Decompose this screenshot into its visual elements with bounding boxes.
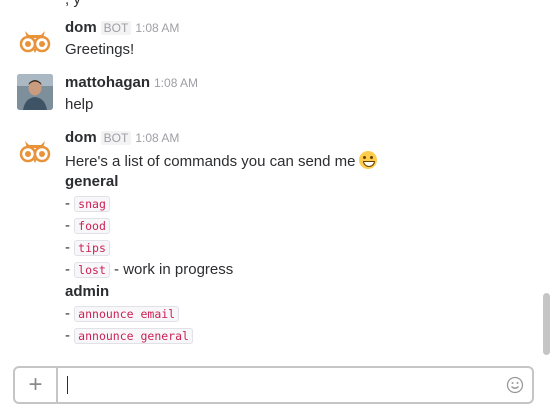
grinning-face-icon	[358, 151, 377, 169]
timestamp[interactable]: 1:08 AM	[154, 76, 198, 90]
message-list[interactable]: , y domBOT1:08 AM Greetings! mattohagan1…	[0, 0, 540, 358]
command-code: snag	[74, 196, 110, 212]
intro-text: Here's a list of commands you can send m…	[65, 153, 356, 170]
message-header: dom BOT 1:08 AM	[65, 129, 179, 146]
author-name[interactable]: mattohagan	[65, 74, 150, 91]
add-attachment-button[interactable]: +	[15, 368, 58, 402]
bot-badge: BOT	[100, 21, 132, 35]
section-title: general	[65, 173, 119, 190]
scrollbar[interactable]	[543, 293, 550, 355]
bot-badge: BOT	[100, 131, 132, 145]
message-header: mattohagan 1:08 AM	[65, 74, 198, 91]
message-text: Here's a list of commands you can send m…	[65, 151, 377, 170]
message-header: dom BOT 1:08 AM	[65, 19, 179, 36]
command-code: announce email	[74, 306, 180, 322]
section-title: admin	[65, 283, 110, 300]
message-input[interactable]	[67, 376, 68, 394]
author-name[interactable]: dom	[65, 19, 97, 36]
owl-icon[interactable]	[17, 23, 53, 59]
command-line: - lost - work in progress	[65, 261, 234, 278]
timestamp[interactable]: 1:08 AM	[135, 21, 179, 35]
command-line: - food	[65, 217, 110, 234]
message-composer[interactable]: +	[13, 366, 534, 404]
command-line: - announce general	[65, 327, 193, 344]
avatar[interactable]	[17, 74, 53, 110]
clipped-text: , y	[65, 0, 81, 8]
timestamp[interactable]: 1:08 AM	[135, 131, 179, 145]
command-line: - tips	[65, 239, 110, 256]
command-line: - announce email	[65, 305, 180, 322]
author-name[interactable]: dom	[65, 129, 97, 146]
command-code: lost	[74, 262, 110, 278]
command-code: food	[74, 218, 110, 234]
owl-icon[interactable]	[17, 133, 53, 169]
command-code: announce general	[74, 328, 193, 344]
smiley-icon[interactable]	[506, 376, 524, 394]
message-text: help	[65, 96, 94, 113]
command-line: - snag	[65, 195, 110, 212]
message-text: Greetings!	[65, 41, 135, 58]
command-code: tips	[74, 240, 110, 256]
